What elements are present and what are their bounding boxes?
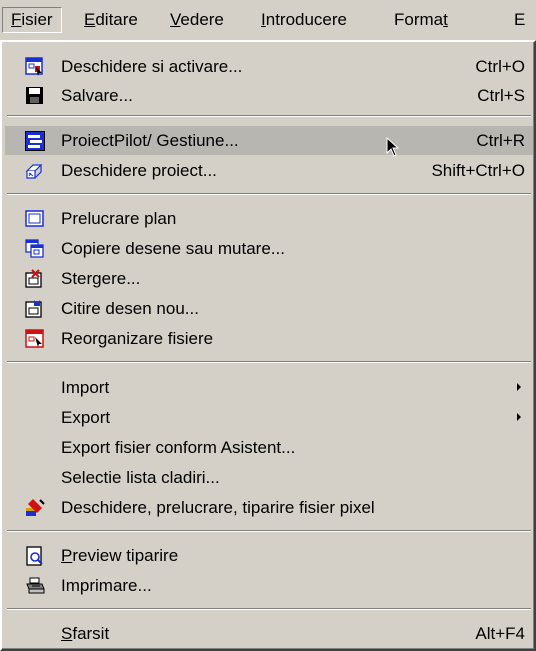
menu-separator — [7, 361, 531, 363]
menu-item-label: Salvare... — [61, 86, 133, 105]
menu-item-export-assistant[interactable]: Export fisier conform Asistent... — [5, 433, 533, 462]
print-preview-icon — [26, 546, 43, 566]
menubar: Fisier Editare Vedere Introducere Format… — [0, 0, 536, 40]
menu-item-label: Deschidere si activare... — [61, 57, 243, 76]
menu-item-label: Prelucrare plan — [61, 209, 177, 228]
label-rest: review tiparire — [72, 546, 179, 565]
menu-introducere-rest: ntroducere — [265, 10, 348, 29]
shortcut-label: Shift+Ctrl+O — [431, 161, 525, 180]
menu-vedere-rest: edere — [180, 10, 224, 29]
read-drawing-icon — [25, 300, 42, 318]
menu-item-delete[interactable]: Stergere... — [5, 264, 533, 293]
menu-fisier-accel: F — [11, 10, 22, 29]
menu-item-read-drawing[interactable]: Citire desen nou... — [5, 294, 533, 323]
menu-introducere[interactable]: Introducere — [253, 7, 355, 33]
menu-item-label: Imprimare... — [61, 576, 152, 595]
menu-item-label: Citire desen nou... — [61, 299, 199, 318]
label-rest: farsit — [72, 624, 110, 643]
menu-item-import[interactable]: Import — [5, 373, 533, 402]
menu-item-reorganize[interactable]: Reorganizare fisiere — [5, 324, 533, 353]
menu-overflow[interactable]: E — [506, 7, 533, 33]
menu-item-open-project[interactable]: Deschidere proiect... Shift+Ctrl+O — [5, 156, 533, 185]
menu-item-copy-drawings[interactable]: Copiere desene sau mutare... — [5, 234, 533, 263]
menu-item-edit-plan[interactable]: Prelucrare plan — [5, 204, 533, 233]
menu-item-label: Copiere desene sau mutare... — [61, 239, 285, 258]
menu-item-label: Reorganizare fisiere — [61, 329, 214, 348]
menu-item-label: Deschidere, prelucrare, tiparire fisier … — [61, 498, 375, 517]
reorganize-files-icon — [25, 329, 44, 348]
menu-vedere[interactable]: Vedere — [162, 7, 232, 33]
menu-fisier-rest: isier — [21, 10, 53, 29]
menu-editare-rest: ditare — [95, 10, 138, 29]
menu-item-pixel-file[interactable]: Deschidere, prelucrare, tiparire fisier … — [5, 493, 533, 522]
mouse-cursor-icon — [386, 137, 400, 157]
menu-item-label: ProiectPilot/ Gestiune... — [61, 131, 239, 150]
shortcut-label: Alt+F4 — [475, 624, 525, 643]
copy-drawings-icon — [25, 239, 44, 258]
pixel-file-icon — [26, 499, 45, 516]
menu-separator — [7, 193, 531, 195]
accel-letter: P — [61, 546, 73, 565]
menu-item-building-list[interactable]: Selectie lista cladiri... — [5, 463, 533, 492]
submenu-arrow-icon — [517, 413, 521, 421]
menu-item-label: Sfarsit — [61, 623, 109, 644]
menu-fisier[interactable]: Fisier — [2, 7, 62, 33]
shortcut-label: Ctrl+R — [476, 131, 525, 150]
project-pilot-icon — [25, 131, 45, 151]
menu-item-open-activate[interactable]: Deschidere si activare... Ctrl+O — [5, 52, 533, 81]
menu-format-start: Forma — [394, 10, 444, 29]
floppy-disk-icon — [26, 87, 43, 104]
menu-editare[interactable]: Editare — [76, 7, 146, 33]
menu-separator — [7, 608, 531, 610]
menu-item-save[interactable]: Salvare... Ctrl+S — [5, 81, 533, 110]
menu-item-print[interactable]: Imprimare... — [5, 571, 533, 600]
menu-item-project-pilot[interactable]: ProiectPilot/ Gestiune... Ctrl+R — [5, 126, 533, 155]
menu-item-label: Deschidere proiect... — [61, 161, 217, 180]
printer-icon — [26, 577, 45, 594]
shortcut-label: Ctrl+S — [477, 86, 525, 105]
menu-item-label: Export — [61, 408, 111, 427]
file-menu-dropdown: Deschidere si activare... Ctrl+O Salvare… — [0, 40, 536, 651]
menu-item-label: Export fisier conform Asistent... — [61, 438, 296, 457]
menu-vedere-accel: V — [170, 10, 181, 29]
shortcut-label: Ctrl+O — [475, 57, 525, 76]
accel-letter: S — [61, 624, 73, 643]
menu-overflow-label: E — [514, 10, 526, 29]
menu-item-exit[interactable]: Sfarsit Alt+F4 — [5, 619, 533, 648]
menu-item-label: Stergere... — [61, 269, 141, 288]
menu-format-accel: t — [443, 10, 448, 29]
edit-plan-icon — [25, 210, 44, 227]
menu-separator — [7, 530, 531, 532]
menu-item-label: Import — [61, 378, 110, 397]
menu-item-label: Selectie lista cladiri... — [61, 468, 220, 487]
menu-editare-accel: E — [84, 10, 96, 29]
menu-separator — [7, 115, 531, 117]
menu-format[interactable]: Format — [386, 7, 456, 33]
open-project-icon — [25, 164, 43, 179]
menu-item-export[interactable]: Export — [5, 403, 533, 432]
menu-item-print-preview[interactable]: Preview tiparire — [5, 541, 533, 570]
submenu-arrow-icon — [517, 383, 521, 391]
open-activate-icon — [25, 57, 43, 76]
menu-item-label: Preview tiparire — [61, 545, 178, 566]
delete-drawing-icon — [25, 269, 42, 288]
